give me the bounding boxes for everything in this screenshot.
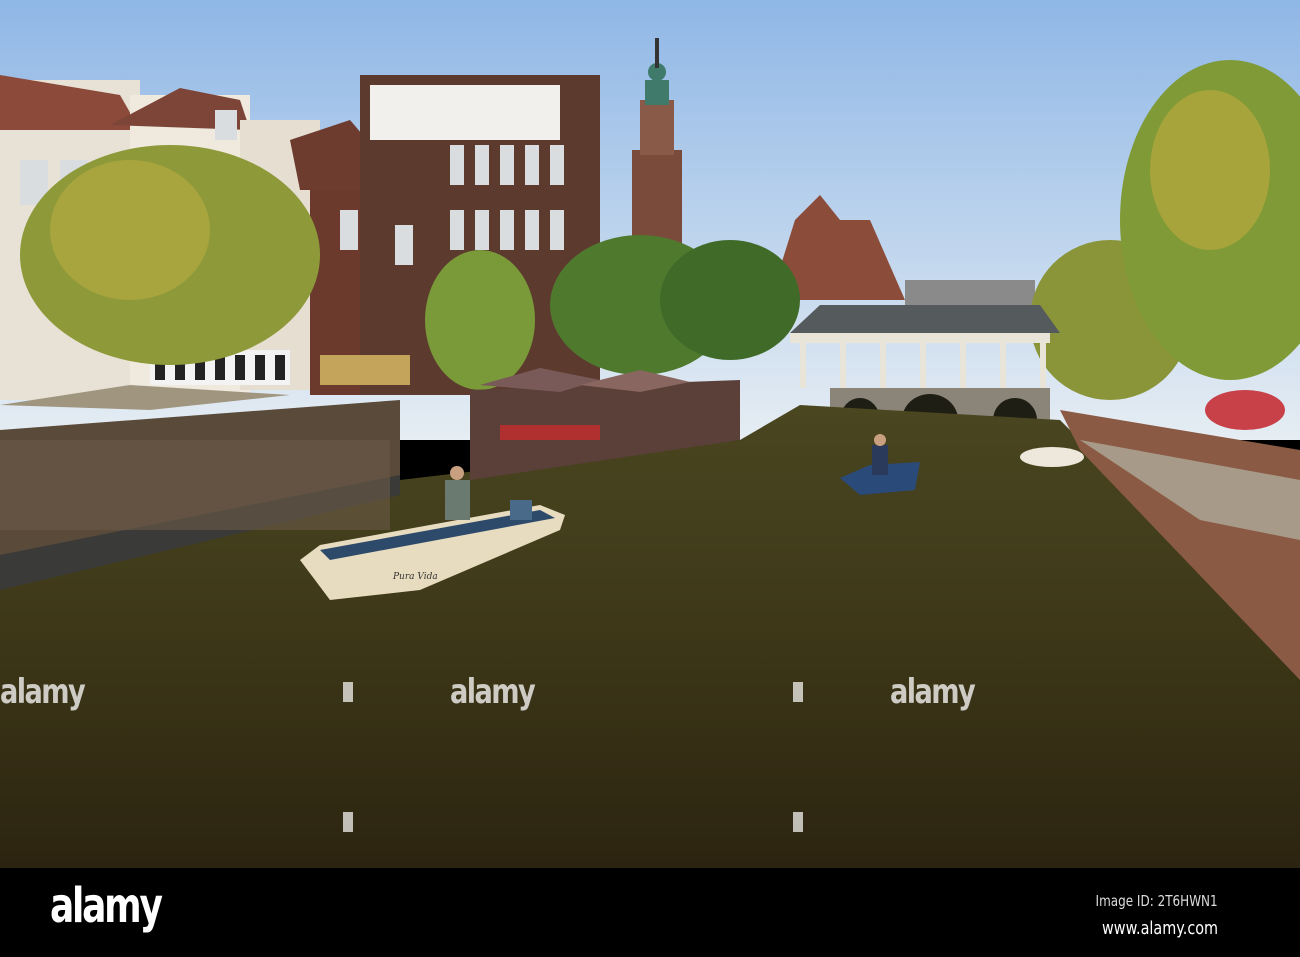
alamy-logo: alamy xyxy=(50,878,163,934)
website-link[interactable]: www.alamy.com xyxy=(1102,918,1218,939)
footer-bar: alamy Image ID: 2T6HWN1 www.alamy.com xyxy=(0,868,1300,957)
watermark: alamy xyxy=(450,672,536,712)
moored-boat xyxy=(1020,447,1084,467)
watermark: alamy xyxy=(890,672,976,712)
canal-photo xyxy=(0,0,1300,868)
boat-name: Pura Vida xyxy=(393,572,438,582)
image-id: Image ID: 2T6HWN1 xyxy=(1095,892,1218,910)
watermark: alamy xyxy=(0,672,86,712)
